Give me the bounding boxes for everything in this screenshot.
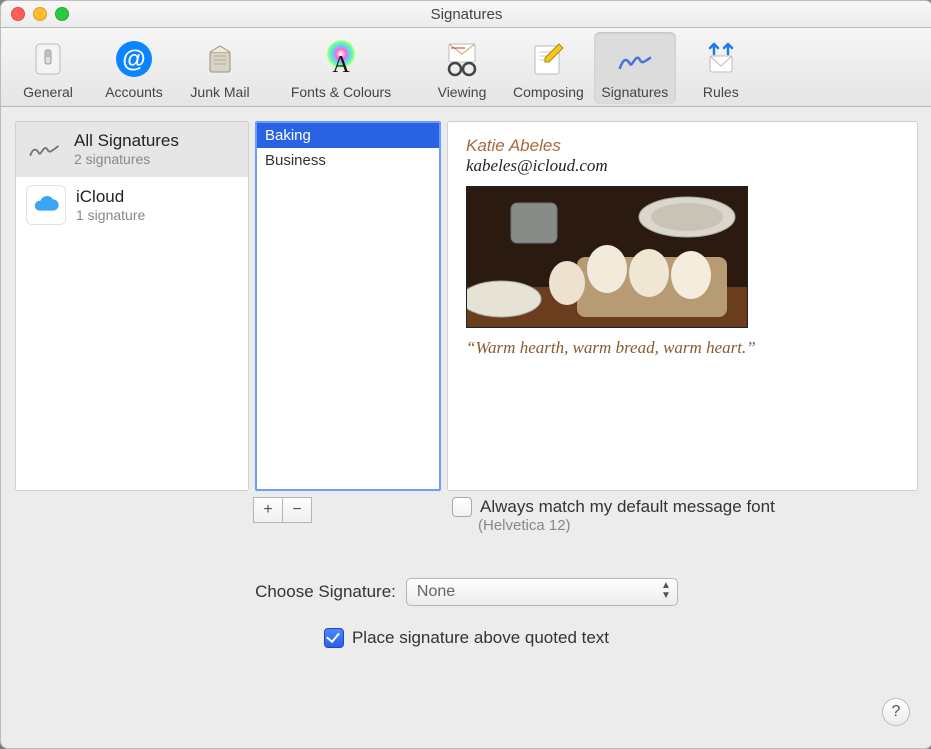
svg-text:@: @ [122, 46, 145, 73]
place-above-row: Place signature above quoted text [15, 628, 918, 648]
add-signature-button[interactable]: + [253, 497, 282, 523]
junk-mail-icon [197, 36, 243, 82]
remove-signature-button[interactable]: − [282, 497, 312, 523]
viewing-icon [439, 36, 485, 82]
help-icon: ? [892, 703, 901, 721]
tab-junk-mail[interactable]: Junk Mail [179, 32, 261, 104]
account-texts: iCloud 1 signature [76, 187, 145, 223]
account-all-signatures[interactable]: All Signatures 2 signatures [16, 122, 248, 177]
place-above-label: Place signature above quoted text [352, 628, 609, 648]
rules-icon [698, 36, 744, 82]
close-window-button[interactable] [11, 7, 25, 21]
window-controls [11, 7, 69, 21]
signature-item-business[interactable]: Business [257, 148, 439, 173]
signature-names-list[interactable]: Baking Business [255, 121, 441, 491]
preferences-toolbar: General @ Accounts Junk Ma [1, 28, 931, 107]
help-button[interactable]: ? [882, 698, 910, 726]
add-remove-signature: + − [253, 497, 312, 523]
general-icon [25, 36, 71, 82]
preview-quote: “Warm hearth, warm bread, warm heart.” [466, 338, 899, 358]
zoom-window-button[interactable] [55, 7, 69, 21]
account-title: All Signatures [74, 131, 179, 151]
match-font-label: Always match my default message font [480, 497, 775, 517]
tab-label: General [23, 84, 73, 100]
accounts-list[interactable]: All Signatures 2 signatures iCloud 1 sig… [15, 121, 249, 491]
choose-signature-label: Choose Signature: [255, 582, 396, 602]
place-above-checkbox[interactable] [324, 628, 344, 648]
composing-icon [525, 36, 571, 82]
account-subtitle: 1 signature [76, 207, 145, 223]
match-font-checkbox-row[interactable]: Always match my default message font [452, 497, 775, 517]
below-row: + − Always match my default message font… [15, 497, 918, 534]
match-font-section: Always match my default message font (He… [452, 497, 775, 534]
tab-label: Signatures [601, 84, 668, 100]
signature-scribble-icon [26, 130, 64, 168]
signatures-preferences-window: Signatures General @ Accounts [0, 0, 931, 749]
tab-label: Composing [513, 84, 584, 100]
tab-label: Accounts [105, 84, 163, 100]
signature-preview[interactable]: Katie Abeles kabeles@icloud.com [447, 121, 918, 491]
match-font-note: (Helvetica 12) [478, 517, 775, 534]
content-area: All Signatures 2 signatures iCloud 1 sig… [1, 107, 931, 748]
signatures-icon [612, 36, 658, 82]
account-subtitle: 2 signatures [74, 151, 179, 167]
preview-embedded-image [466, 186, 748, 328]
window-title: Signatures [1, 6, 931, 23]
preview-name: Katie Abeles [466, 136, 899, 156]
tab-signatures[interactable]: Signatures [594, 32, 676, 104]
tab-rules[interactable]: Rules [680, 32, 762, 104]
tab-viewing[interactable]: Viewing [421, 32, 503, 104]
tab-composing[interactable]: Composing [507, 32, 590, 104]
signature-list: Baking Business [257, 123, 439, 489]
accounts-icon: @ [111, 36, 157, 82]
tab-accounts[interactable]: @ Accounts [93, 32, 175, 104]
tab-label: Viewing [438, 84, 487, 100]
tab-label: Fonts & Colours [291, 84, 391, 100]
fonts-colours-icon: A [318, 36, 364, 82]
icloud-icon [26, 185, 66, 225]
svg-text:A: A [332, 52, 350, 78]
match-font-checkbox[interactable] [452, 497, 472, 517]
tab-label: Rules [703, 84, 739, 100]
tab-label: Junk Mail [190, 84, 249, 100]
tab-fonts-colours[interactable]: A Fonts & Colours [265, 32, 417, 104]
place-above-checkbox-row[interactable]: Place signature above quoted text [324, 628, 609, 648]
columns: All Signatures 2 signatures iCloud 1 sig… [15, 121, 918, 491]
account-texts: All Signatures 2 signatures [74, 131, 179, 167]
choose-signature-row: Choose Signature: None ▲▼ [15, 578, 918, 606]
signature-item-baking[interactable]: Baking [257, 123, 439, 148]
tab-general[interactable]: General [7, 32, 89, 104]
preview-email: kabeles@icloud.com [466, 156, 899, 176]
minimize-window-button[interactable] [33, 7, 47, 21]
titlebar: Signatures [1, 1, 931, 28]
choose-signature-value: None [417, 583, 455, 601]
chevron-up-down-icon: ▲▼ [661, 581, 671, 601]
account-icloud[interactable]: iCloud 1 signature [16, 177, 248, 234]
account-title: iCloud [76, 187, 145, 207]
choose-signature-select[interactable]: None ▲▼ [406, 578, 678, 606]
